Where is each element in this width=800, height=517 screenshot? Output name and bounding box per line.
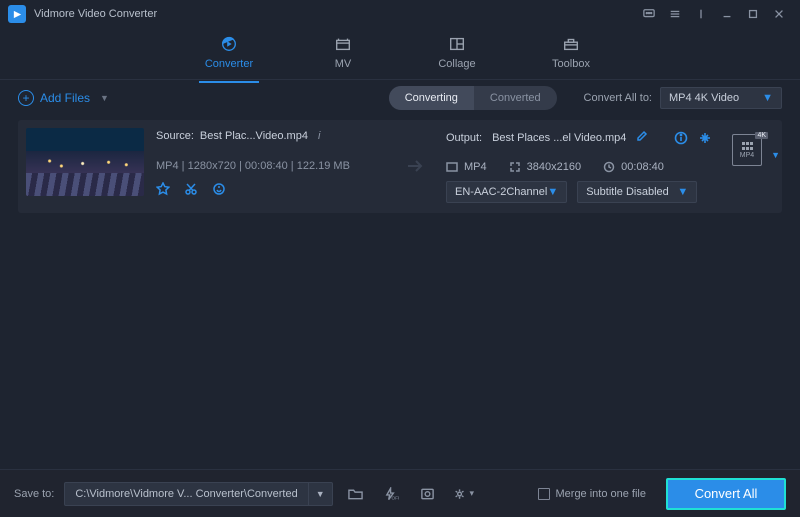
convert-all-button[interactable]: Convert All [666, 478, 786, 510]
audio-value: EN-AAC-2Channel [455, 186, 547, 198]
merge-checkbox[interactable]: Merge into one file [538, 488, 647, 500]
save-path-value: C:\Vidmore\Vidmore V... Converter\Conver… [65, 488, 307, 500]
star-edit-icon[interactable] [156, 182, 170, 196]
status-segment: Converting Converted [389, 86, 557, 110]
converter-icon [219, 34, 239, 54]
source-label: Source: [156, 130, 194, 142]
format-badge: 4K [755, 132, 768, 139]
out-resolution: 3840x2160 [509, 161, 581, 173]
titlebar: Vidmore Video Converter [0, 0, 800, 28]
rename-icon[interactable] [636, 130, 648, 145]
source-filename: Best Plac...Video.mp4 [200, 130, 308, 142]
bottom-bar: Save to: C:\Vidmore\Vidmore V... Convert… [0, 469, 800, 517]
app-title: Vidmore Video Converter [34, 8, 157, 20]
output-label: Output: [446, 132, 482, 144]
video-thumbnail[interactable] [26, 128, 144, 196]
audio-select[interactable]: EN-AAC-2Channel ▼ [446, 181, 567, 203]
add-files-button[interactable]: + Add Files ▼ [18, 90, 109, 106]
main-tabs: Converter MV Collage Toolbox [0, 28, 800, 80]
divider [688, 1, 714, 27]
output-block: Output: Best Places ...el Video.mp4 MP4 … [446, 128, 712, 203]
close-icon[interactable] [766, 1, 792, 27]
segment-converting[interactable]: Converting [389, 86, 474, 110]
settings-gear-icon[interactable]: ▾ [451, 482, 477, 506]
chevron-down-icon: ▼ [100, 93, 109, 103]
convert-all-label: Convert All [695, 486, 758, 501]
save-to-label: Save to: [14, 488, 54, 500]
tab-collage[interactable]: Collage [429, 34, 485, 74]
source-meta: MP4 | 1280x720 | 00:08:40 | 122.19 MB [156, 160, 386, 172]
output-format-button[interactable]: 4K MP4 ▼ [724, 134, 770, 166]
info-icon[interactable]: i [318, 130, 320, 142]
feedback-icon[interactable] [636, 1, 662, 27]
svg-text:OFF: OFF [392, 495, 400, 500]
convert-all-to-value: MP4 4K Video [669, 92, 739, 104]
chevron-down-icon: ▼ [762, 92, 773, 104]
save-path-select[interactable]: C:\Vidmore\Vidmore V... Converter\Conver… [64, 482, 332, 506]
task-schedule-icon[interactable] [415, 482, 441, 506]
tab-label: Collage [438, 58, 475, 70]
compress-icon[interactable] [698, 131, 712, 145]
subtitle-value: Subtitle Disabled [586, 186, 669, 198]
open-folder-icon[interactable] [343, 482, 369, 506]
tab-label: MV [335, 58, 352, 70]
file-item: Source: Best Plac...Video.mp4 i MP4 | 12… [18, 120, 782, 213]
merge-label: Merge into one file [556, 488, 647, 500]
output-filename: Best Places ...el Video.mp4 [492, 132, 626, 144]
minimize-icon[interactable] [714, 1, 740, 27]
plus-icon: + [18, 90, 34, 106]
hardware-accel-icon[interactable]: OFF [379, 482, 405, 506]
chevron-down-icon: ▼ [547, 186, 558, 198]
out-format: MP4 [446, 161, 487, 173]
info-circle-icon[interactable] [674, 131, 688, 145]
tab-mv[interactable]: MV [315, 34, 371, 74]
subtitle-select[interactable]: Subtitle Disabled ▼ [577, 181, 697, 203]
tab-label: Converter [205, 58, 253, 70]
mv-icon [333, 34, 353, 54]
chevron-down-icon: ▼ [677, 186, 688, 198]
app-logo [8, 5, 26, 23]
maximize-icon[interactable] [740, 1, 766, 27]
out-duration: 00:08:40 [603, 161, 664, 173]
tab-toolbox[interactable]: Toolbox [543, 34, 599, 74]
file-list: Source: Best Plac...Video.mp4 i MP4 | 12… [0, 116, 800, 213]
tab-converter[interactable]: Converter [201, 34, 257, 74]
collage-icon [447, 34, 467, 54]
toolbox-icon [561, 34, 581, 54]
cut-icon[interactable] [184, 182, 198, 196]
arrow-icon [398, 158, 434, 174]
source-block: Source: Best Plac...Video.mp4 i MP4 | 12… [156, 128, 386, 196]
convert-all-to-select[interactable]: MP4 4K Video ▼ [660, 87, 782, 109]
checkbox-box [538, 488, 550, 500]
enhance-icon[interactable] [212, 182, 226, 196]
convert-all-to-label: Convert All to: [584, 92, 652, 104]
chevron-down-icon: ▼ [771, 150, 780, 160]
chevron-down-icon[interactable]: ▼ [308, 483, 332, 505]
add-files-label: Add Files [40, 91, 90, 105]
toolbar: + Add Files ▼ Converting Converted Conve… [0, 80, 800, 116]
tab-label: Toolbox [552, 58, 590, 70]
menu-icon[interactable] [662, 1, 688, 27]
segment-converted[interactable]: Converted [474, 86, 557, 110]
